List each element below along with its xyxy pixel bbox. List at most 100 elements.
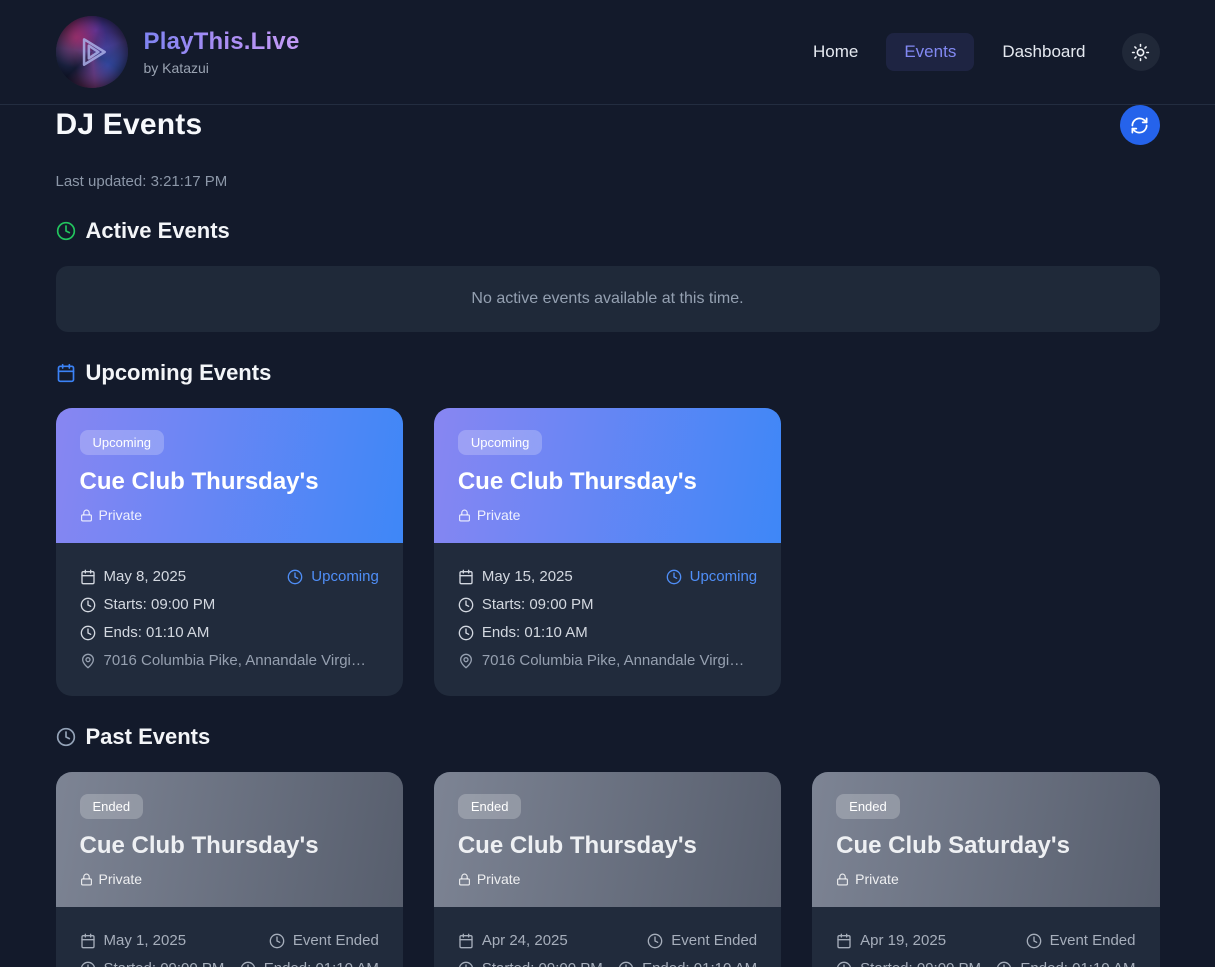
past-events-grid: Ended Cue Club Thursday's Private May 1,… [56, 772, 1160, 967]
section-upcoming-events: Upcoming Events Upcoming Cue Club Thursd… [56, 360, 1160, 696]
theme-toggle-button[interactable] [1122, 33, 1160, 71]
brand[interactable]: PlayThis.Live by Katazui [56, 16, 300, 88]
map-pin-icon [80, 653, 96, 669]
event-status: Upcoming [666, 565, 758, 588]
clock-icon [80, 625, 96, 641]
event-date: May 15, 2025 [458, 565, 573, 588]
clock-icon [458, 597, 474, 613]
clock-icon [618, 961, 634, 967]
clock-icon [80, 961, 96, 967]
visibility-label: Private [477, 871, 521, 887]
clock-icon [287, 569, 303, 585]
status-badge: Ended [458, 794, 522, 819]
calendar-icon [836, 933, 852, 949]
lock-icon [458, 873, 471, 886]
brand-title: PlayThis.Live [144, 28, 300, 56]
event-title: Cue Club Saturday's [836, 832, 1135, 860]
map-pin-icon [458, 653, 474, 669]
event-status: Event Ended [647, 929, 757, 952]
main-nav: Home Events Dashboard [795, 33, 1160, 71]
calendar-icon [458, 569, 474, 585]
section-title-upcoming: Upcoming Events [86, 360, 272, 386]
event-date: May 1, 2025 [80, 929, 187, 952]
event-title: Cue Club Thursday's [80, 468, 379, 496]
calendar-icon [80, 933, 96, 949]
event-visibility: Private [836, 871, 1135, 887]
clock-icon [458, 961, 474, 967]
event-title: Cue Club Thursday's [458, 832, 757, 860]
sun-icon [1131, 43, 1150, 62]
event-card-past-3[interactable]: Ended Cue Club Saturday's Private Apr 19… [812, 772, 1159, 967]
event-start-time: Starts: 09:00 PM [80, 593, 216, 616]
clock-icon [836, 961, 852, 967]
main-content: DJ Events Last updated: 3:21:17 PM Activ… [32, 105, 1184, 967]
upcoming-events-grid: Upcoming Cue Club Thursday's Private May… [56, 408, 1160, 696]
visibility-label: Private [855, 871, 899, 887]
page-title: DJ Events [56, 108, 203, 142]
event-visibility: Private [458, 871, 757, 887]
event-status: Event Ended [269, 929, 379, 952]
status-badge: Ended [80, 794, 144, 819]
status-badge: Upcoming [458, 430, 543, 455]
calendar-icon [56, 363, 76, 383]
event-date: May 8, 2025 [80, 565, 187, 588]
active-events-empty-state: No active events available at this time. [56, 266, 1160, 332]
event-start-time: Started: 09:00 PM [836, 957, 981, 967]
clock-icon [56, 221, 76, 241]
nav-link-home[interactable]: Home [795, 33, 876, 71]
event-card-past-2[interactable]: Ended Cue Club Thursday's Private Apr 24… [434, 772, 781, 967]
event-location: 7016 Columbia Pike, Annandale Virginia .… [458, 649, 752, 672]
last-updated-text: Last updated: 3:21:17 PM [56, 173, 1160, 190]
clock-icon [1026, 933, 1042, 949]
lock-icon [458, 509, 471, 522]
visibility-label: Private [99, 871, 143, 887]
event-card-past-1[interactable]: Ended Cue Club Thursday's Private May 1,… [56, 772, 403, 967]
event-end-time: Ends: 01:10 AM [458, 621, 588, 644]
nav-link-events[interactable]: Events [886, 33, 974, 71]
visibility-label: Private [477, 507, 521, 523]
status-badge: Upcoming [80, 430, 165, 455]
event-card-upcoming-1[interactable]: Upcoming Cue Club Thursday's Private May… [56, 408, 403, 696]
event-end-time: Ends: 01:10 AM [80, 621, 210, 644]
event-start-time: Starts: 09:00 PM [458, 593, 594, 616]
event-status: Event Ended [1026, 929, 1136, 952]
empty-message: No active events available at this time. [471, 290, 743, 307]
clock-icon [458, 625, 474, 641]
section-title-active: Active Events [86, 218, 230, 244]
status-badge: Ended [836, 794, 900, 819]
event-end-time: Ended: 01:10 AM [996, 957, 1135, 967]
app-header: PlayThis.Live by Katazui Home Events Das… [0, 0, 1215, 105]
clock-icon [647, 933, 663, 949]
clock-icon [666, 569, 682, 585]
event-status: Upcoming [287, 565, 379, 588]
clock-icon [80, 597, 96, 613]
clock-icon [240, 961, 256, 967]
event-date: Apr 19, 2025 [836, 929, 946, 952]
lock-icon [80, 509, 93, 522]
event-visibility: Private [458, 507, 757, 523]
event-card-upcoming-2[interactable]: Upcoming Cue Club Thursday's Private May… [434, 408, 781, 696]
visibility-label: Private [99, 507, 143, 523]
clock-icon [269, 933, 285, 949]
clock-icon [56, 727, 76, 747]
nav-link-dashboard[interactable]: Dashboard [984, 33, 1103, 71]
section-active-events: Active Events No active events available… [56, 218, 1160, 332]
calendar-icon [458, 933, 474, 949]
clock-icon [996, 961, 1012, 967]
event-title: Cue Club Thursday's [80, 832, 379, 860]
section-title-past: Past Events [86, 724, 211, 750]
event-title: Cue Club Thursday's [458, 468, 757, 496]
event-end-time: Ended: 01:10 AM [240, 957, 379, 967]
calendar-icon [80, 569, 96, 585]
brand-subtitle: by Katazui [144, 60, 300, 76]
lock-icon [836, 873, 849, 886]
event-start-time: Started: 09:00 PM [80, 957, 225, 967]
refresh-button[interactable] [1120, 105, 1160, 145]
event-start-time: Started: 09:00 PM [458, 957, 603, 967]
event-location: 7016 Columbia Pike, Annandale Virginia .… [80, 649, 374, 672]
brand-text: PlayThis.Live by Katazui [144, 28, 300, 76]
lock-icon [80, 873, 93, 886]
event-date: Apr 24, 2025 [458, 929, 568, 952]
event-end-time: Ended: 01:10 AM [618, 957, 757, 967]
refresh-icon [1130, 116, 1149, 135]
